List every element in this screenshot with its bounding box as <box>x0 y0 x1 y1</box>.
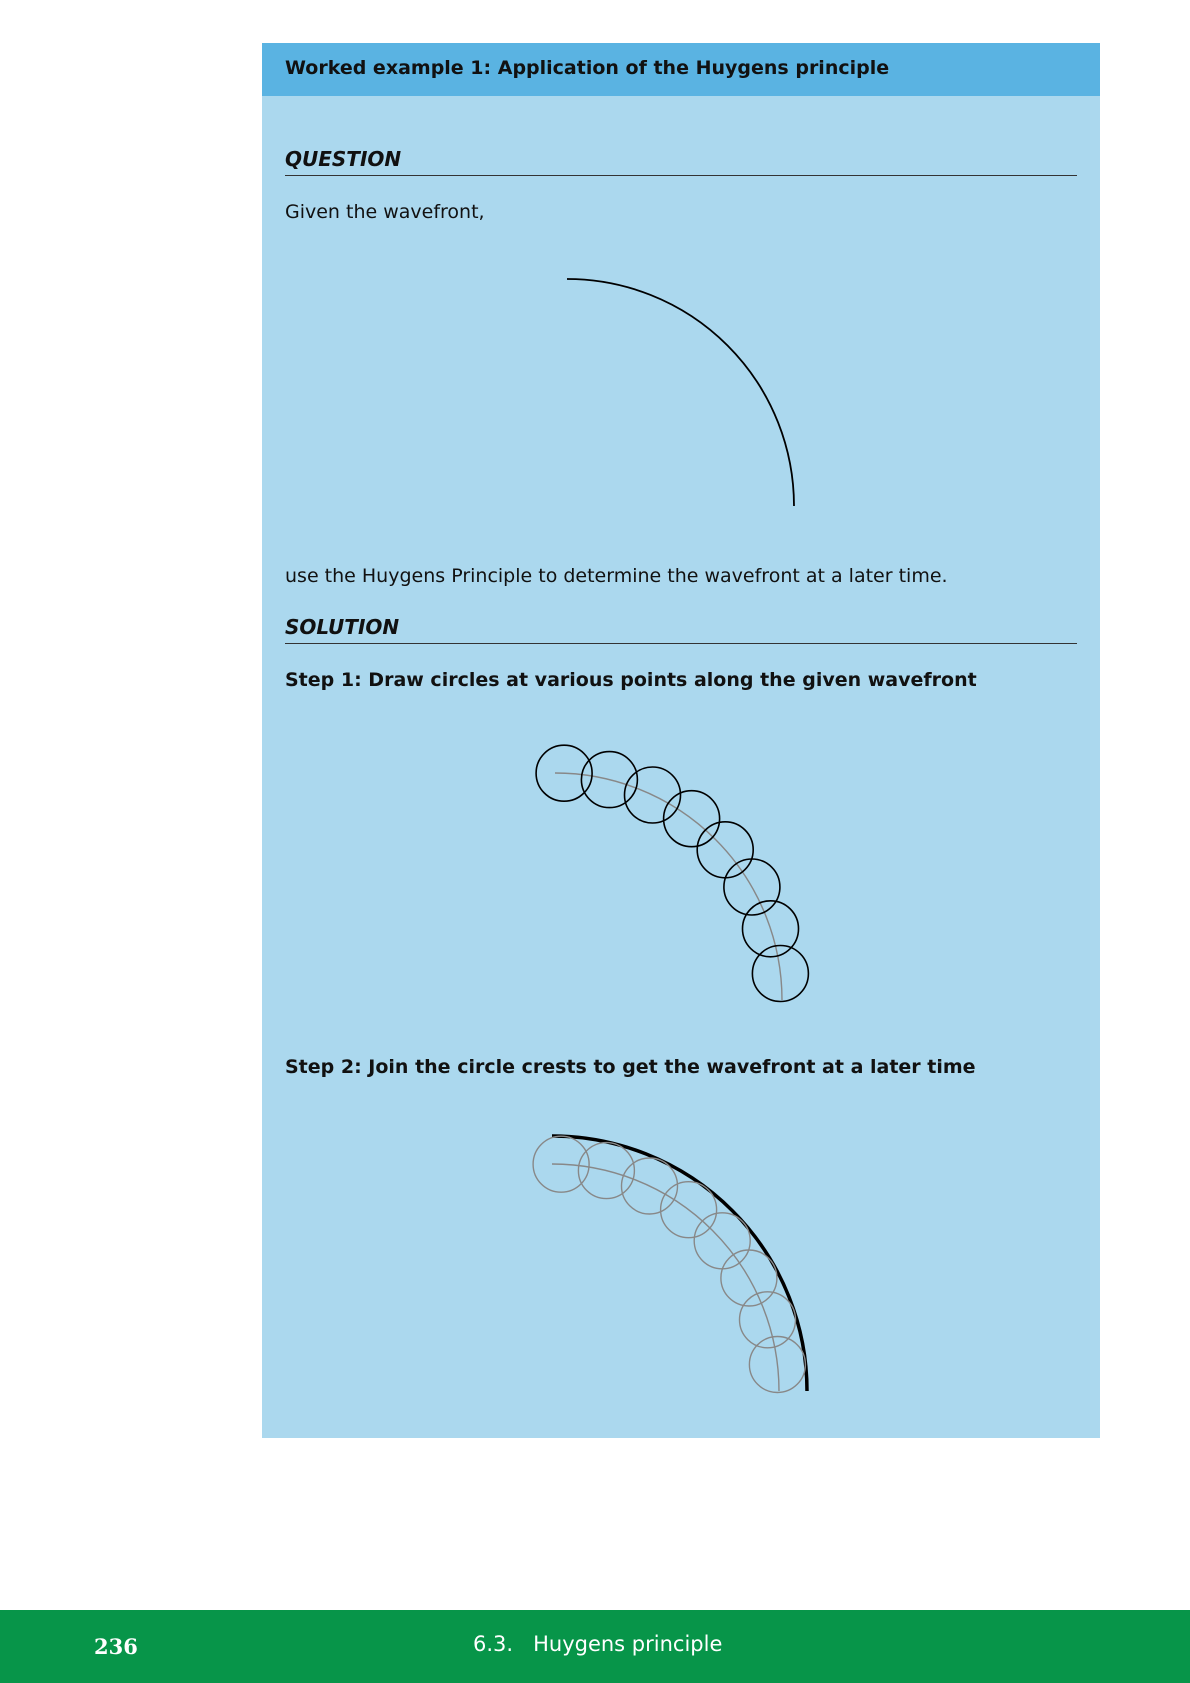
given-wavefront-arc <box>566 278 795 507</box>
new-wavefront-arc <box>551 1134 809 1392</box>
page-footer: 236 6.3. Huygens principle <box>0 1610 1190 1683</box>
page: Worked example 1: Application of the Huy… <box>0 0 1190 1683</box>
step-1-original-wavefront-arc <box>554 772 783 1001</box>
step-1-figure <box>535 744 810 1003</box>
given-wavefront-figure <box>566 278 795 507</box>
step-2-original-wavefront-arc <box>551 1163 780 1392</box>
figures-layer <box>532 278 810 1394</box>
footer-section-title: 6.3. Huygens principle <box>473 1632 723 1656</box>
step-2-figure <box>532 1134 809 1394</box>
page-number: 236 <box>94 1634 138 1659</box>
